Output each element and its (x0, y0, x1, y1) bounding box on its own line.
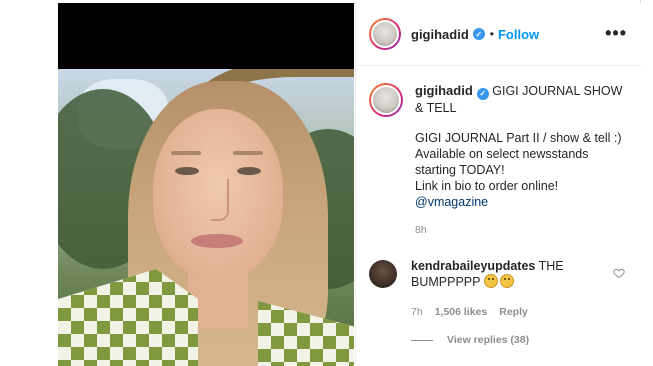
caption-body: gigihadid ✓ GIGI JOURNAL SHOW & TELL GIGI… (415, 83, 625, 238)
heart-outline-icon[interactable] (613, 267, 625, 279)
caption-avatar-image (371, 85, 401, 115)
view-replies-button[interactable]: View replies (38) (411, 334, 529, 346)
page-scrollbar-area (640, 0, 653, 366)
lips (191, 234, 243, 248)
left-brow (171, 151, 201, 155)
caption-title-line: gigihadid ✓ GIGI JOURNAL SHOW & TELL (415, 83, 625, 116)
reply-button[interactable]: Reply (499, 304, 528, 320)
grimacing-face-emoji-icon (499, 274, 514, 288)
commenter-avatar[interactable] (369, 260, 397, 288)
nose (211, 179, 229, 221)
caption-timestamp: 8h (415, 224, 427, 236)
face (153, 109, 283, 279)
header-meta: gigihadid ✓ • Follow (411, 27, 539, 42)
comment-likes[interactable]: 1,506 likes (435, 304, 488, 320)
author-avatar[interactable] (369, 18, 401, 50)
mention-link[interactable]: @vmagazine (415, 195, 488, 209)
page-backdrop-left (0, 0, 58, 366)
post-media-video[interactable] (58, 3, 354, 366)
post-side-panel: gigihadid ✓ • Follow ••• gigihadid ✓ GIGI… (355, 3, 641, 366)
commenter-username[interactable]: kendrabaileyupdates (411, 259, 535, 273)
caption-text: GIGI JOURNAL Part II / show & tell :) Av… (415, 131, 622, 193)
separator-dot: • (489, 27, 494, 41)
verified-badge-icon: ✓ (476, 88, 489, 100)
comment-meta: 7h 1,506 likes Reply (411, 304, 611, 320)
comment-item: kendrabaileyupdates THE BUMPPPPP 7h 1,50… (369, 258, 634, 320)
comment-timestamp: 7h (411, 306, 423, 318)
post-header: gigihadid ✓ • Follow ••• (356, 3, 641, 66)
right-eye (237, 167, 261, 175)
left-eye (175, 167, 199, 175)
right-brow (233, 151, 263, 155)
author-avatar-image (371, 20, 399, 48)
caption: gigihadid ✓ GIGI JOURNAL SHOW & TELL GIGI… (369, 83, 634, 238)
view-replies-label: View replies (38) (447, 334, 530, 346)
verified-badge-icon: ✓ (472, 28, 485, 40)
more-options-icon[interactable]: ••• (605, 24, 627, 42)
comment-body: kendrabaileyupdates THE BUMPPPPP 7h 1,50… (411, 258, 611, 320)
view-replies-divider (411, 339, 433, 341)
caption-username[interactable]: gigihadid (415, 83, 473, 98)
video-frame (58, 69, 354, 366)
grimacing-face-emoji-icon (483, 274, 498, 288)
follow-button[interactable]: Follow (498, 27, 539, 42)
caption-avatar[interactable] (369, 83, 403, 117)
author-username[interactable]: gigihadid (411, 27, 469, 42)
